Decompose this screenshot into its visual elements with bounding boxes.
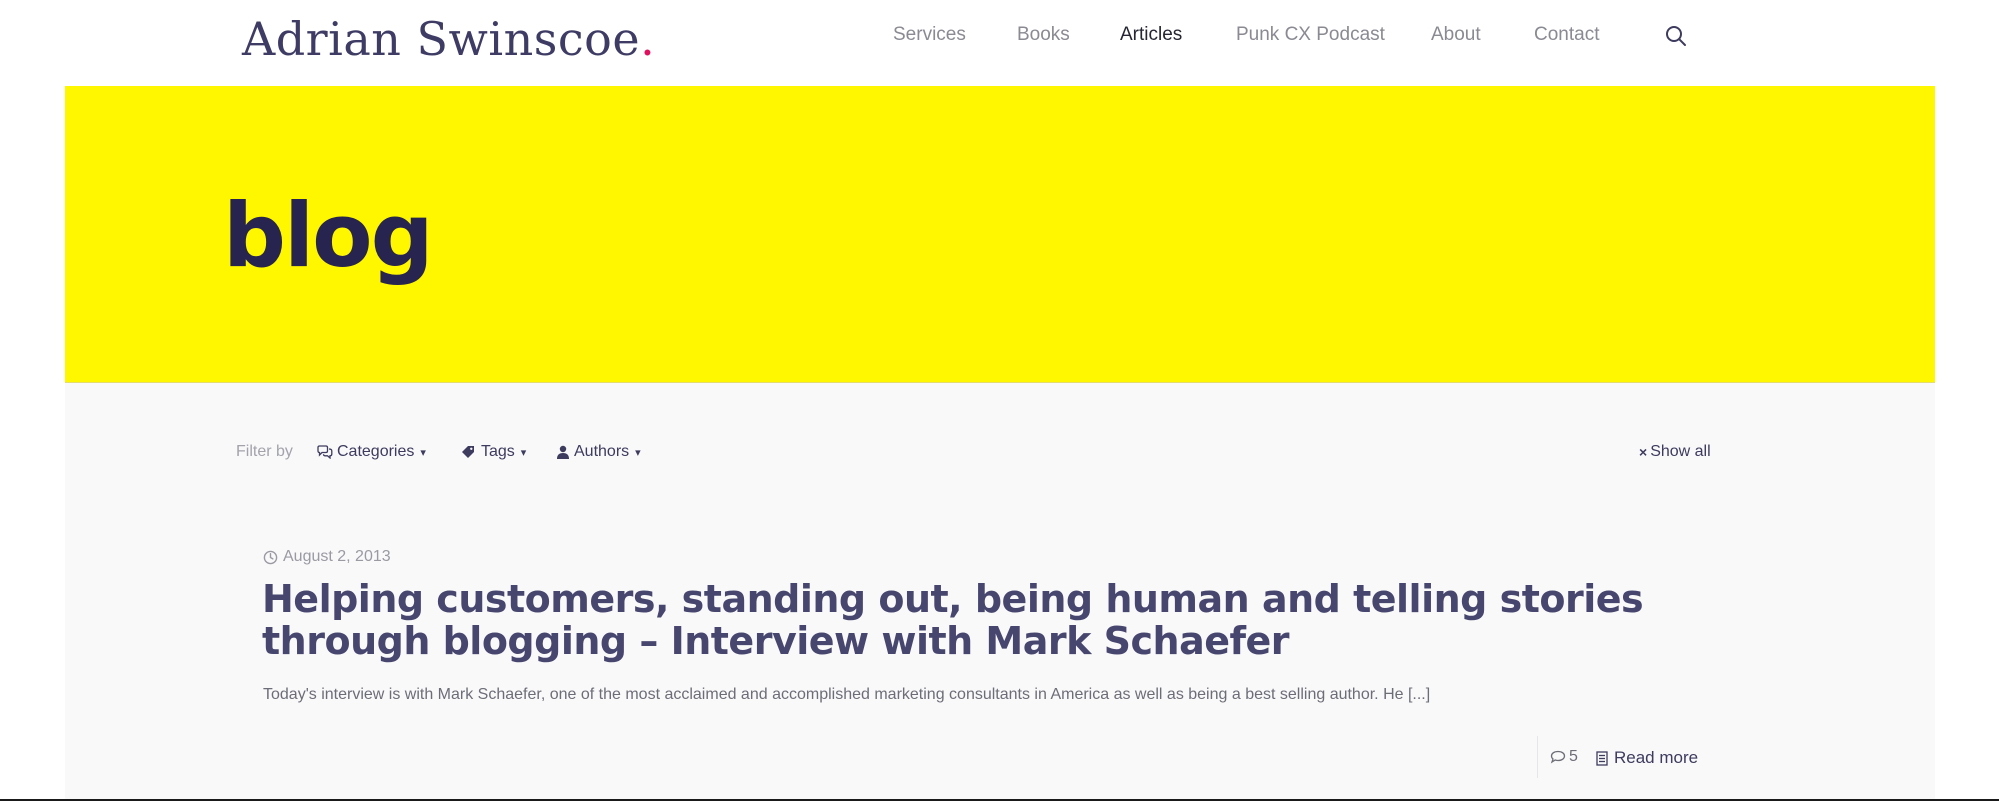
filter-authors-label: Authors: [574, 443, 630, 460]
read-more-link[interactable]: Read more: [1596, 748, 1698, 768]
comments-link[interactable]: 5: [1550, 748, 1578, 766]
logo-dot: .: [640, 12, 656, 66]
site-logo[interactable]: Adrian Swinscoe.: [242, 12, 655, 66]
search-icon[interactable]: [1664, 24, 1688, 48]
post-title[interactable]: Helping customers, standing out, being h…: [262, 578, 1752, 662]
filter-tags[interactable]: Tags ▾: [461, 443, 526, 461]
show-all-button[interactable]: × Show all: [1639, 443, 1711, 461]
filter-tags-label: Tags: [481, 443, 515, 460]
document-icon: [1596, 750, 1608, 766]
comment-count: 5: [1569, 748, 1578, 765]
chevron-down-icon: ▾: [520, 446, 527, 459]
chevron-down-icon: ▾: [635, 446, 641, 459]
nav-item-punk-cx-podcast[interactable]: Punk CX Podcast: [1236, 24, 1385, 46]
clock-icon: [263, 550, 278, 564]
tag-icon: [462, 446, 474, 458]
nav-item-articles[interactable]: Articles: [1120, 24, 1182, 46]
show-all-label: Show all: [1650, 443, 1711, 460]
post-footer: 5 Read more: [1537, 736, 1698, 778]
post-excerpt: Today's interview is with Mark Schaefer,…: [263, 686, 1431, 703]
user-icon: [557, 445, 569, 459]
filter-categories-label: Categories: [337, 443, 415, 460]
filter-label: Filter by: [236, 443, 293, 460]
nav-item-books[interactable]: Books: [1017, 24, 1070, 46]
close-icon: ×: [1639, 444, 1648, 460]
comment-icon: [1550, 750, 1566, 764]
filter-categories[interactable]: Categories ▾: [317, 443, 426, 461]
chevron-down-icon: ▾: [420, 446, 426, 459]
nav-item-contact[interactable]: Contact: [1534, 24, 1599, 46]
post-date-text: August 2, 2013: [283, 548, 391, 565]
logo-text: Adrian Swinscoe: [242, 12, 641, 66]
comments-icon: [317, 445, 333, 459]
post-date: August 2, 2013: [263, 548, 391, 566]
hero-banner: blog: [65, 86, 1935, 383]
filter-authors[interactable]: Authors ▾: [556, 443, 641, 461]
page-title: blog: [223, 184, 434, 287]
nav-item-services[interactable]: Services: [893, 24, 966, 46]
nav-item-about[interactable]: About: [1431, 24, 1481, 46]
read-more-label: Read more: [1614, 748, 1699, 767]
